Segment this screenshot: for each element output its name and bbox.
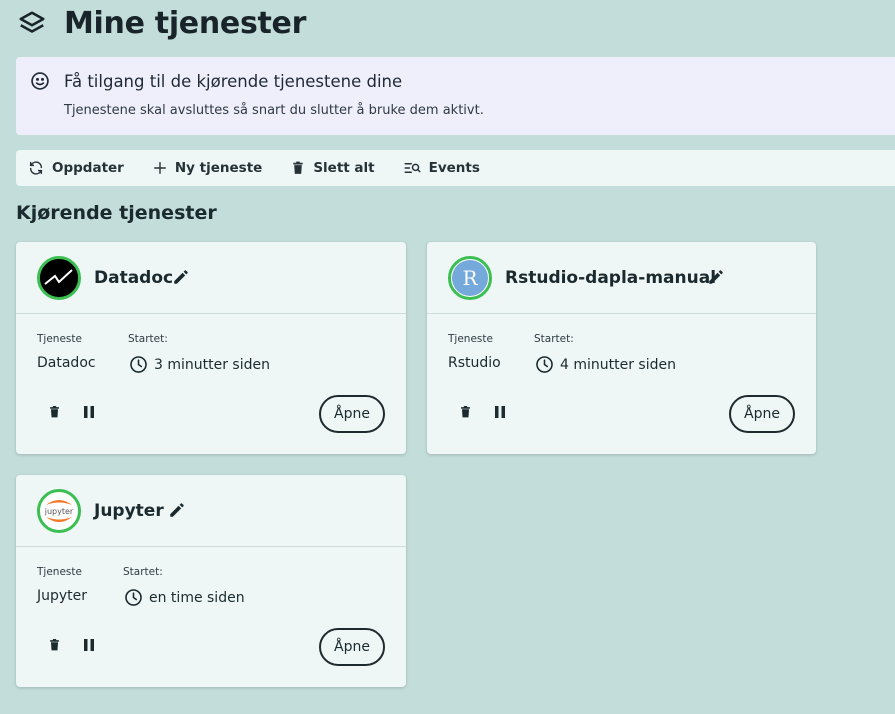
- events-button[interactable]: Events: [404, 160, 480, 176]
- service-type-value: Datadoc: [37, 355, 96, 371]
- section-title: Kjørende tjenester: [16, 202, 217, 224]
- service-type-label: Tjeneste: [448, 333, 493, 345]
- pause-icon[interactable]: [83, 637, 95, 653]
- new-service-label: Ny tjeneste: [174, 160, 263, 176]
- started-value: 4 minutter siden: [560, 356, 676, 373]
- delete-icon[interactable]: [459, 404, 472, 420]
- service-type-label: Tjeneste: [37, 333, 82, 345]
- open-button[interactable]: Åpne: [319, 628, 385, 666]
- service-type-value: Jupyter: [37, 588, 88, 604]
- started-time: en time siden: [124, 588, 245, 607]
- started-time: 4 minutter siden: [535, 355, 676, 374]
- card-header: jupyter Jupyter: [16, 475, 406, 547]
- delete-all-button[interactable]: Slett alt: [291, 160, 375, 176]
- started-label: Startet:: [534, 333, 574, 345]
- service-card-rstudio: R Rstudio-dapla-manual Tjeneste Startet:…: [427, 242, 816, 454]
- refresh-icon: [29, 161, 43, 175]
- rstudio-logo-text: R: [462, 266, 478, 290]
- delete-all-label: Slett alt: [313, 160, 375, 176]
- card-header: R Rstudio-dapla-manual: [427, 242, 816, 314]
- clock-icon: [130, 356, 147, 373]
- started-time: 3 minutter siden: [129, 355, 270, 374]
- smiley-icon: [31, 72, 49, 90]
- started-value: 3 minutter siden: [154, 356, 270, 373]
- page-header: Mine tjenester: [17, 6, 306, 41]
- pencil-icon[interactable]: [168, 501, 186, 519]
- new-service-button[interactable]: Ny tjeneste: [153, 160, 262, 176]
- pencil-icon[interactable]: [707, 268, 725, 286]
- events-label: Events: [428, 160, 480, 176]
- trash-icon: [293, 161, 303, 174]
- page-title: Mine tjenester: [64, 6, 307, 41]
- open-button[interactable]: Åpne: [319, 395, 385, 433]
- started-label: Startet:: [123, 566, 163, 578]
- layers-icon: [19, 11, 45, 33]
- service-type-label: Tjeneste: [37, 566, 82, 578]
- rstudio-logo-icon: R: [448, 256, 492, 300]
- service-name: Jupyter: [94, 501, 164, 521]
- service-card-jupyter: jupyter Jupyter Tjeneste Startet: Jupyte…: [16, 475, 406, 687]
- info-banner: Få tilgang til de kjørende tjenestene di…: [16, 57, 895, 135]
- service-name: Datadoc: [94, 268, 174, 288]
- refresh-label: Oppdater: [52, 160, 124, 176]
- plus-icon: [153, 162, 166, 174]
- pause-icon[interactable]: [83, 404, 95, 420]
- started-label: Startet:: [128, 333, 168, 345]
- pause-icon[interactable]: [494, 404, 506, 420]
- jupyter-logo-icon: jupyter: [37, 489, 81, 533]
- delete-icon[interactable]: [48, 404, 61, 420]
- toolbar: Oppdater Ny tjeneste Slett alt Events: [16, 150, 895, 186]
- clock-icon: [125, 589, 142, 606]
- service-card-datadoc: Datadoc Tjeneste Startet: Datadoc 3 minu…: [16, 242, 406, 454]
- started-value: en time siden: [149, 589, 245, 606]
- refresh-button[interactable]: Oppdater: [28, 160, 124, 176]
- events-search-icon: [404, 163, 421, 173]
- banner-text: Tjenestene skal avsluttes så snart du sl…: [64, 103, 484, 118]
- delete-icon[interactable]: [48, 637, 61, 653]
- open-button[interactable]: Åpne: [729, 395, 795, 433]
- service-type-value: Rstudio: [448, 355, 501, 371]
- service-name: Rstudio-dapla-manual: [505, 268, 717, 288]
- pencil-icon[interactable]: [172, 268, 190, 286]
- card-header: Datadoc: [16, 242, 406, 314]
- datadoc-logo-icon: [37, 256, 81, 300]
- clock-icon: [536, 356, 553, 373]
- banner-title: Få tilgang til de kjørende tjenestene di…: [64, 72, 403, 91]
- jupyter-logo-text: jupyter: [44, 507, 74, 516]
